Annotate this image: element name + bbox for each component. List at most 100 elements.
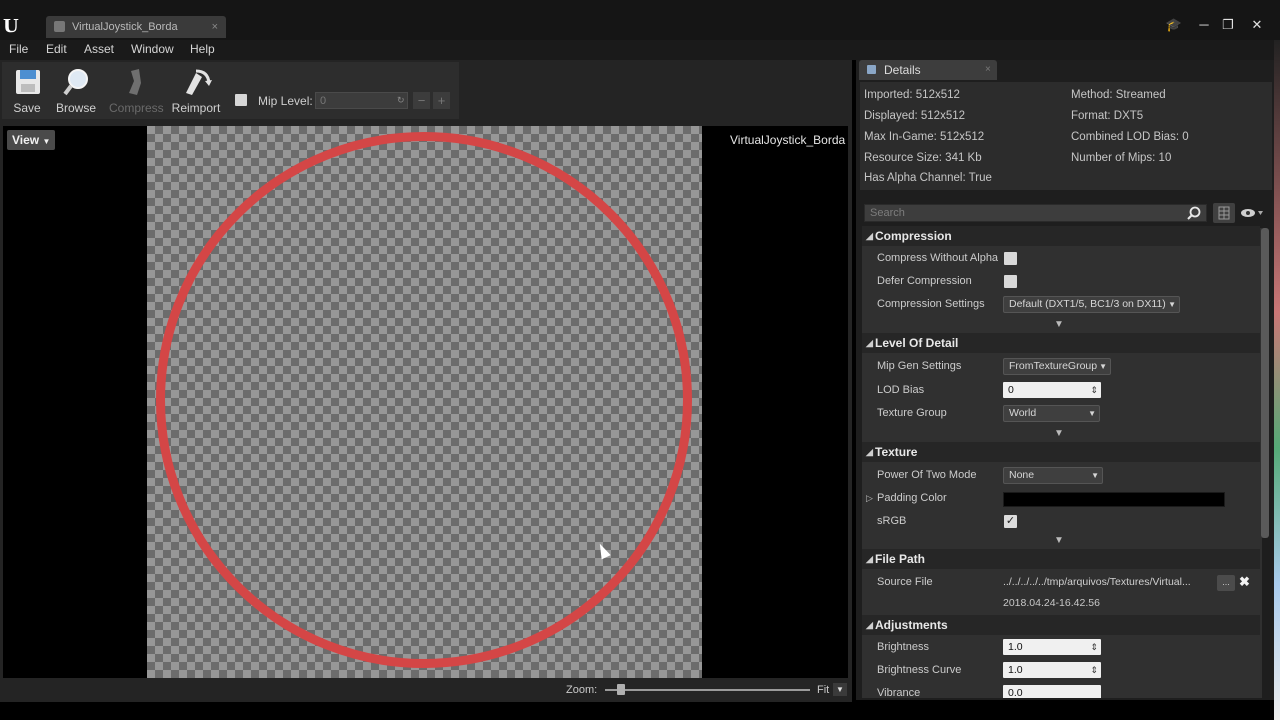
info-format: Format: DXT5 [1071,110,1144,122]
details-search-input[interactable]: Search [864,204,1207,222]
chevron-down-icon: ▼ [1091,471,1099,480]
collapse-arrow-icon: ◢ [866,554,873,564]
compress-without-alpha-checkbox[interactable] [1004,252,1017,265]
brightness-curve-input[interactable]: 1.0 ⇕ [1003,662,1101,678]
fit-dropdown-icon[interactable]: ▼ [833,683,847,696]
view-menu-button[interactable]: View ▼ [7,130,55,150]
source-file-path: ../../../../../tmp/arquivos/Textures/Vir… [1003,576,1191,588]
compress-without-alpha-label: Compress Without Alpha [877,252,999,264]
save-button[interactable]: Save [1,62,53,118]
lod-bias-input[interactable]: 0 ⇕ [1003,382,1101,398]
chevron-down-icon: ▼ [1099,362,1107,371]
details-tab-label: Details [884,63,921,77]
info-has-alpha: Has Alpha Channel: True [864,172,992,184]
details-scrollbar[interactable] [1261,228,1269,538]
advanced-expand-icon[interactable]: ▼ [1054,535,1064,546]
info-number-of-mips: Number of Mips: 10 [1071,152,1172,164]
category-texture[interactable]: ◢ Texture [862,442,1260,462]
background-window-edge [1274,40,1280,720]
spinner-icon[interactable]: ⇕ [1090,662,1098,678]
mip-decrease-button[interactable]: − [413,92,430,109]
close-button[interactable]: ✕ [1246,16,1268,34]
category-level-of-detail[interactable]: ◢ Level Of Detail [862,333,1260,353]
collapse-arrow-icon: ◢ [866,231,873,241]
vibrance-input[interactable]: 0.0 [1003,685,1101,698]
menu-edit[interactable]: Edit [46,42,67,56]
zoom-slider-handle[interactable] [617,684,625,695]
power-of-two-value: None [1009,469,1035,481]
mip-level-input[interactable]: 0 [315,92,408,109]
padding-color-swatch[interactable] [1003,492,1225,507]
info-max-in-game: Max In-Game: 512x512 [864,131,985,143]
compression-settings-dropdown[interactable]: Default (DXT1/5, BC1/3 on DX11) ▼ [1003,296,1180,313]
zoom-slider[interactable] [605,689,810,691]
vibrance-row: Vibrance 0.0 [862,684,1260,698]
menu-asset[interactable]: Asset [84,42,114,56]
eye-icon[interactable] [1240,207,1264,219]
texture-asset-icon [54,21,65,32]
joystick-ring-texture [156,132,692,668]
magnifier-icon [63,69,88,96]
chevron-down-icon: ▼ [1168,300,1176,309]
srgb-checkbox[interactable]: ✓ [1004,515,1017,528]
reimport-icon [186,69,212,95]
document-tab-title: VirtualJoystick_Borda [72,21,178,33]
power-of-two-label: Power Of Two Mode [877,469,977,481]
fit-label: Fit [817,684,830,696]
category-file-path[interactable]: ◢ File Path [862,549,1260,569]
texture-group-dropdown[interactable]: World ▼ [1003,405,1100,422]
defer-compression-checkbox[interactable] [1004,275,1017,288]
spinner-icon[interactable]: ⇕ [1090,639,1098,655]
category-texture-title: Texture [875,445,918,459]
collapse-arrow-icon: ◢ [866,338,873,348]
reimport-button[interactable]: Reimport [170,62,222,118]
view-menu-label: View [12,133,40,147]
tab-close-icon[interactable]: × [212,16,218,38]
lod-bias-value: 0 [1008,384,1014,396]
compress-button[interactable]: Compress [109,62,164,118]
search-icon[interactable] [1187,206,1201,220]
menu-file[interactable]: File [9,42,28,56]
compression-settings-value: Default (DXT1/5, BC1/3 on DX11) [1009,298,1166,310]
info-combined-lod-bias: Combined LOD Bias: 0 [1071,131,1189,143]
category-adjustments[interactable]: ◢ Adjustments [862,615,1260,635]
source-file-date: 2018.04.24-16.42.56 [1003,597,1100,609]
compression-settings-label: Compression Settings [877,298,985,310]
spinner-icon[interactable]: ⇕ [1090,382,1098,398]
category-lod-title: Level Of Detail [875,336,959,350]
menu-help[interactable]: Help [190,42,215,56]
brightness-value: 1.0 [1008,641,1023,653]
mip-increase-button[interactable]: + [433,92,450,109]
mip-gen-settings-dropdown[interactable]: FromTextureGroup ▼ [1003,358,1111,375]
browse-button[interactable]: Browse [50,62,102,118]
source-browse-button[interactable]: ... [1217,575,1235,591]
power-of-two-dropdown[interactable]: None ▼ [1003,467,1103,484]
document-tab[interactable]: VirtualJoystick_Borda × [46,16,226,38]
menu-window[interactable]: Window [131,42,174,56]
texture-group-value: World [1009,407,1037,419]
spin-icon: ↻ [397,95,405,105]
defer-compression-label: Defer Compression [877,275,972,287]
reimport-label: Reimport [171,101,221,115]
maximize-button[interactable]: ❐ [1217,16,1239,34]
mip-level-checkbox[interactable] [235,94,247,106]
zoom-label: Zoom: [566,684,598,696]
help-cap-icon[interactable]: 🎓 [1163,16,1185,34]
category-adjustments-title: Adjustments [875,618,948,632]
property-matrix-icon[interactable] [1213,203,1235,223]
minimize-button[interactable]: ─ [1193,16,1215,34]
details-tab-close-icon[interactable]: × [985,60,991,80]
srgb-label: sRGB [877,515,907,527]
brightness-curve-value: 1.0 [1008,664,1023,676]
advanced-expand-icon[interactable]: ▼ [1054,319,1064,330]
advanced-expand-icon[interactable]: ▼ [1054,428,1064,439]
brightness-input[interactable]: 1.0 ⇕ [1003,639,1101,655]
mip-gen-settings-label: Mip Gen Settings [877,360,962,372]
details-tab[interactable]: Details × [859,60,997,80]
save-icon [16,70,40,94]
category-compression[interactable]: ◢ Compression [862,226,1260,246]
expand-arrow-icon[interactable]: ▷ [866,493,873,504]
brightness-label: Brightness [877,641,929,653]
mip-gen-settings-value: FromTextureGroup [1009,360,1098,372]
clear-source-icon[interactable]: ✖ [1239,574,1250,590]
